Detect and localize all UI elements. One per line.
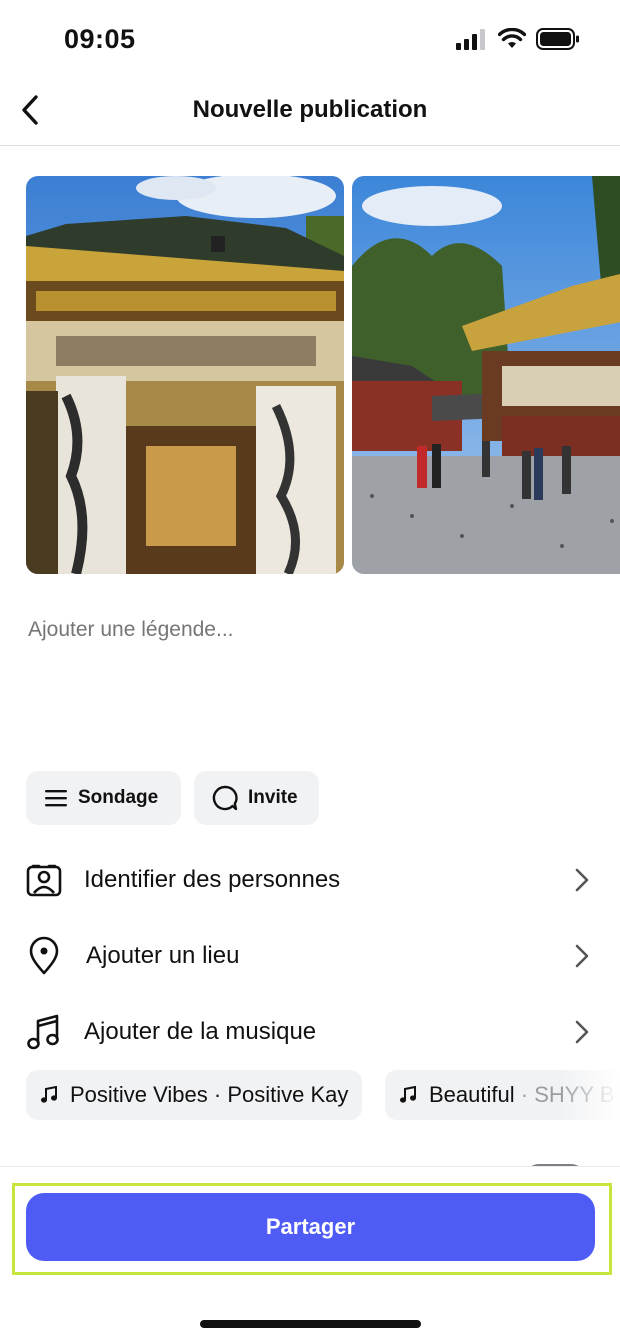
- battery-icon: [536, 28, 579, 50]
- list-icon: [45, 790, 67, 807]
- cellular-signal-icon: [456, 29, 485, 50]
- poll-chip-label: Sondage: [78, 787, 159, 808]
- chevron-right-icon: [572, 865, 592, 895]
- music-note-small-icon: [41, 1086, 57, 1103]
- music-suggestions: Positive Vibes · Positive Kay Beautiful …: [0, 1070, 620, 1122]
- add-music-label: Ajouter de la musique: [84, 1018, 317, 1045]
- chevron-right-icon: [572, 941, 592, 971]
- home-indicator: [200, 1320, 421, 1328]
- music-track-label: Positive Vibes · Positive Kay: [70, 1082, 349, 1107]
- wifi-icon: [498, 28, 526, 48]
- tag-people-row[interactable]: Identifier des personnes: [0, 850, 620, 910]
- music-note-small-icon: [400, 1086, 416, 1103]
- tag-person-icon: [24, 860, 64, 900]
- location-pin-icon: [24, 936, 64, 976]
- status-icons: [456, 28, 580, 50]
- caption-input[interactable]: [28, 618, 588, 642]
- status-bar: 09:05: [0, 0, 620, 80]
- prompt-chip-label: Invite: [248, 787, 298, 808]
- tag-people-label: Identifier des personnes: [84, 866, 341, 893]
- share-button[interactable]: Partager: [26, 1193, 595, 1261]
- add-location-label: Ajouter un lieu: [86, 942, 240, 969]
- music-note-icon: [24, 1012, 64, 1052]
- poll-chip[interactable]: Sondage: [26, 771, 181, 825]
- photo-thumbnail-temple-courtyard[interactable]: [352, 176, 620, 574]
- prompt-chip[interactable]: Invite: [194, 771, 319, 825]
- speech-bubble-icon: [212, 785, 238, 811]
- status-time: 09:05: [64, 24, 136, 54]
- music-track-label: Beautiful · SHYY B: [429, 1082, 615, 1107]
- music-suggestion-pill[interactable]: Positive Vibes · Positive Kay: [26, 1070, 363, 1120]
- add-location-row[interactable]: Ajouter un lieu: [0, 926, 620, 986]
- music-suggestion-pill[interactable]: Beautiful · SHYY B: [385, 1070, 620, 1120]
- add-music-row[interactable]: Ajouter de la musique: [0, 1002, 620, 1062]
- chevron-right-icon: [572, 1017, 592, 1047]
- photo-thumbnail-temple-gate[interactable]: [26, 176, 344, 574]
- page-title: Nouvelle publication: [192, 96, 428, 123]
- nav-header: Nouvelle publication: [0, 80, 620, 146]
- photo-carousel[interactable]: [26, 176, 620, 574]
